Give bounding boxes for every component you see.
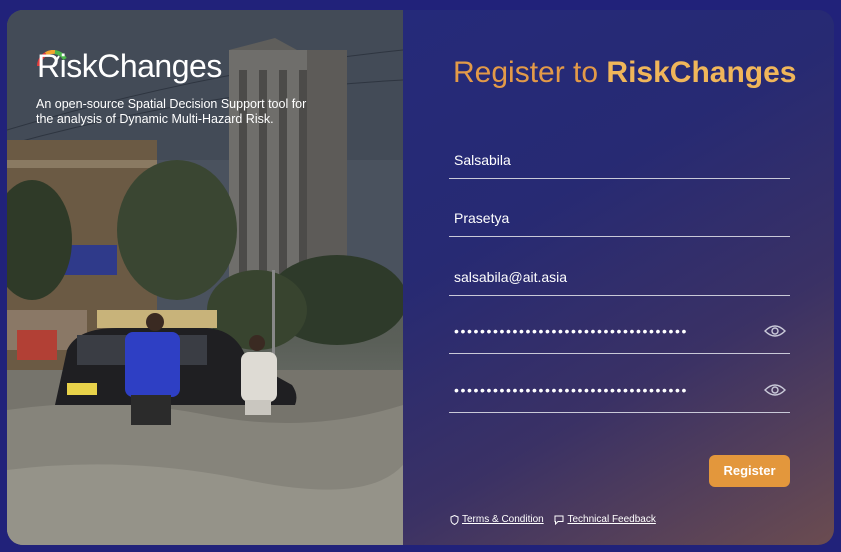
register-button[interactable]: Register	[709, 455, 790, 487]
register-form-panel: Register to RiskChanges Salsabila Praset…	[403, 10, 834, 545]
tagline: An open-source Spatial Decision Support …	[36, 97, 307, 126]
email-field[interactable]: salsabila@ait.asia	[449, 263, 790, 296]
logo-text: RiskChanges	[37, 48, 222, 84]
terms-link-wrap: Terms & Condition	[450, 514, 544, 525]
form-title: Register to RiskChanges	[453, 56, 796, 90]
chat-icon	[554, 515, 564, 525]
brand-logo: RiskChanges	[37, 50, 222, 82]
footer-links: Terms & Condition Technical Feedback	[450, 514, 664, 528]
password-field[interactable]: ••••••••••••••••••••••••••••••••••••	[449, 321, 790, 354]
confirm-password-field[interactable]: ••••••••••••••••••••••••••••••••••••	[449, 380, 790, 413]
shield-icon	[450, 514, 459, 525]
terms-link[interactable]: Terms & Condition	[462, 514, 544, 525]
title-prefix: Register to	[453, 56, 607, 89]
first-name-field[interactable]: Salsabila	[449, 146, 790, 179]
last-name-value: Prasetya	[454, 210, 510, 226]
register-card: RiskChanges An open-source Spatial Decis…	[7, 10, 834, 545]
title-brand: RiskChanges	[606, 56, 797, 89]
email-value: salsabila@ait.asia	[454, 269, 568, 285]
last-name-field[interactable]: Prasetya	[449, 204, 790, 237]
flooded-street-illustration	[7, 10, 403, 545]
eye-icon[interactable]	[764, 323, 786, 339]
hero-image-panel: RiskChanges An open-source Spatial Decis…	[7, 10, 403, 545]
first-name-value: Salsabila	[454, 152, 511, 168]
feedback-link[interactable]: Technical Feedback	[567, 514, 655, 525]
feedback-link-wrap: Technical Feedback	[554, 514, 656, 525]
eye-icon[interactable]	[764, 382, 786, 398]
password-value: ••••••••••••••••••••••••••••••••••••	[454, 323, 689, 339]
confirm-password-value: ••••••••••••••••••••••••••••••••••••	[454, 382, 689, 398]
